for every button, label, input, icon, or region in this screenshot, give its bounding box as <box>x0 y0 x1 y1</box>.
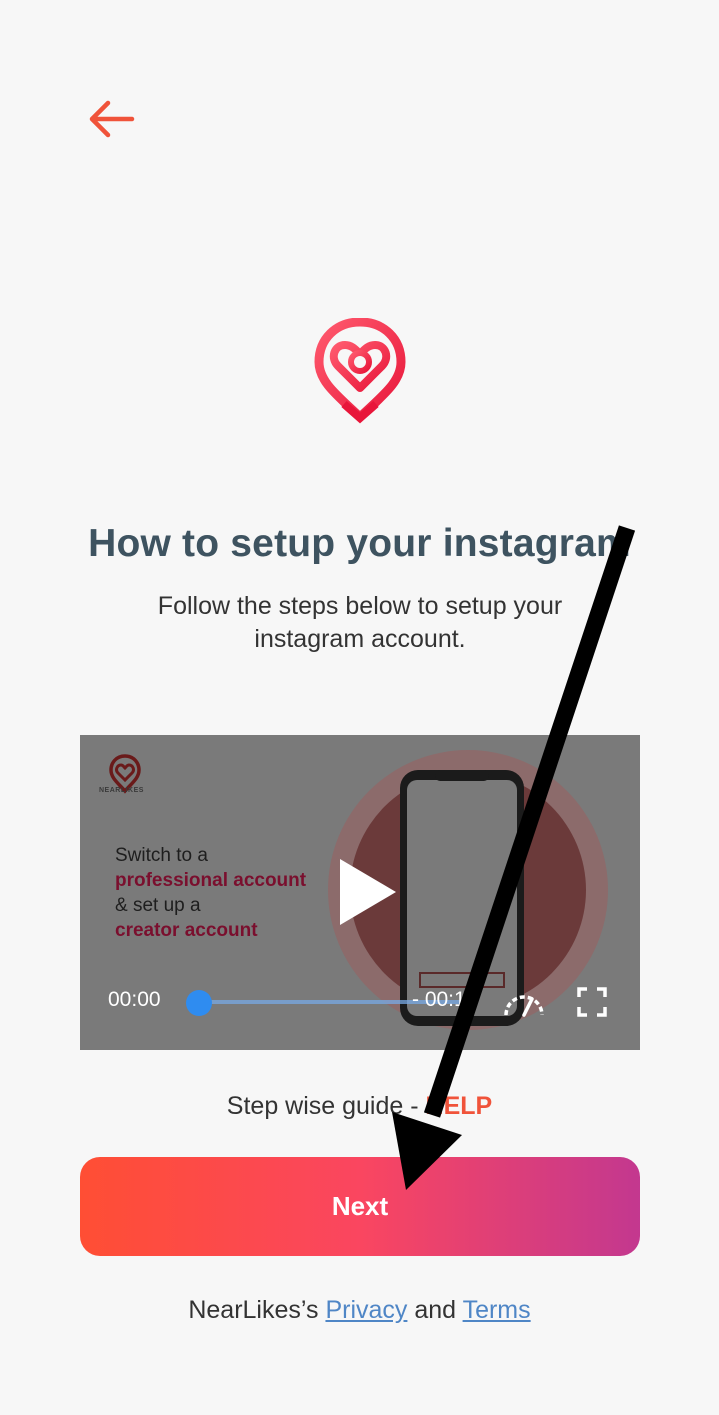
step-guide-text: Step wise guide - HELP <box>0 1092 719 1121</box>
video-brand-icon <box>109 754 141 794</box>
next-button[interactable]: Next <box>80 1157 640 1256</box>
step-guide-label: Step wise guide - <box>226 1092 426 1120</box>
tutorial-video-player[interactable]: NEARLIKES Switch to a professional accou… <box>80 735 640 1050</box>
video-caption-line4: creator account <box>115 920 258 941</box>
arrow-left-icon <box>89 100 135 138</box>
help-link[interactable]: HELP <box>426 1092 493 1120</box>
nearlikes-logo-icon <box>314 317 406 424</box>
video-current-time: 00:00 <box>108 988 161 1011</box>
video-logo-label: NEARLIKES <box>99 787 144 794</box>
video-caption: Switch to a professional account & set u… <box>115 843 306 943</box>
video-caption-line2: professional account <box>115 870 307 891</box>
privacy-link[interactable]: Privacy <box>325 1296 407 1324</box>
video-seek-handle[interactable] <box>186 990 212 1016</box>
playback-speed-icon[interactable] <box>502 987 546 1017</box>
video-caption-line3: & set up a <box>115 895 201 916</box>
page-subtitle: Follow the steps below to setup your ins… <box>157 592 563 653</box>
terms-link[interactable]: Terms <box>463 1296 531 1324</box>
video-caption-line1: Switch to a <box>115 845 208 866</box>
footer-prefix: NearLikes’s <box>188 1296 326 1324</box>
play-icon[interactable] <box>338 857 398 927</box>
legal-footer: NearLikes’s Privacy and Terms <box>0 1296 719 1325</box>
footer-conjunction: and <box>407 1296 463 1324</box>
page-title: How to setup your instagram <box>88 522 631 565</box>
fullscreen-icon[interactable] <box>577 987 607 1017</box>
back-button[interactable] <box>84 96 136 142</box>
video-duration: - 00:10 <box>412 988 478 1011</box>
